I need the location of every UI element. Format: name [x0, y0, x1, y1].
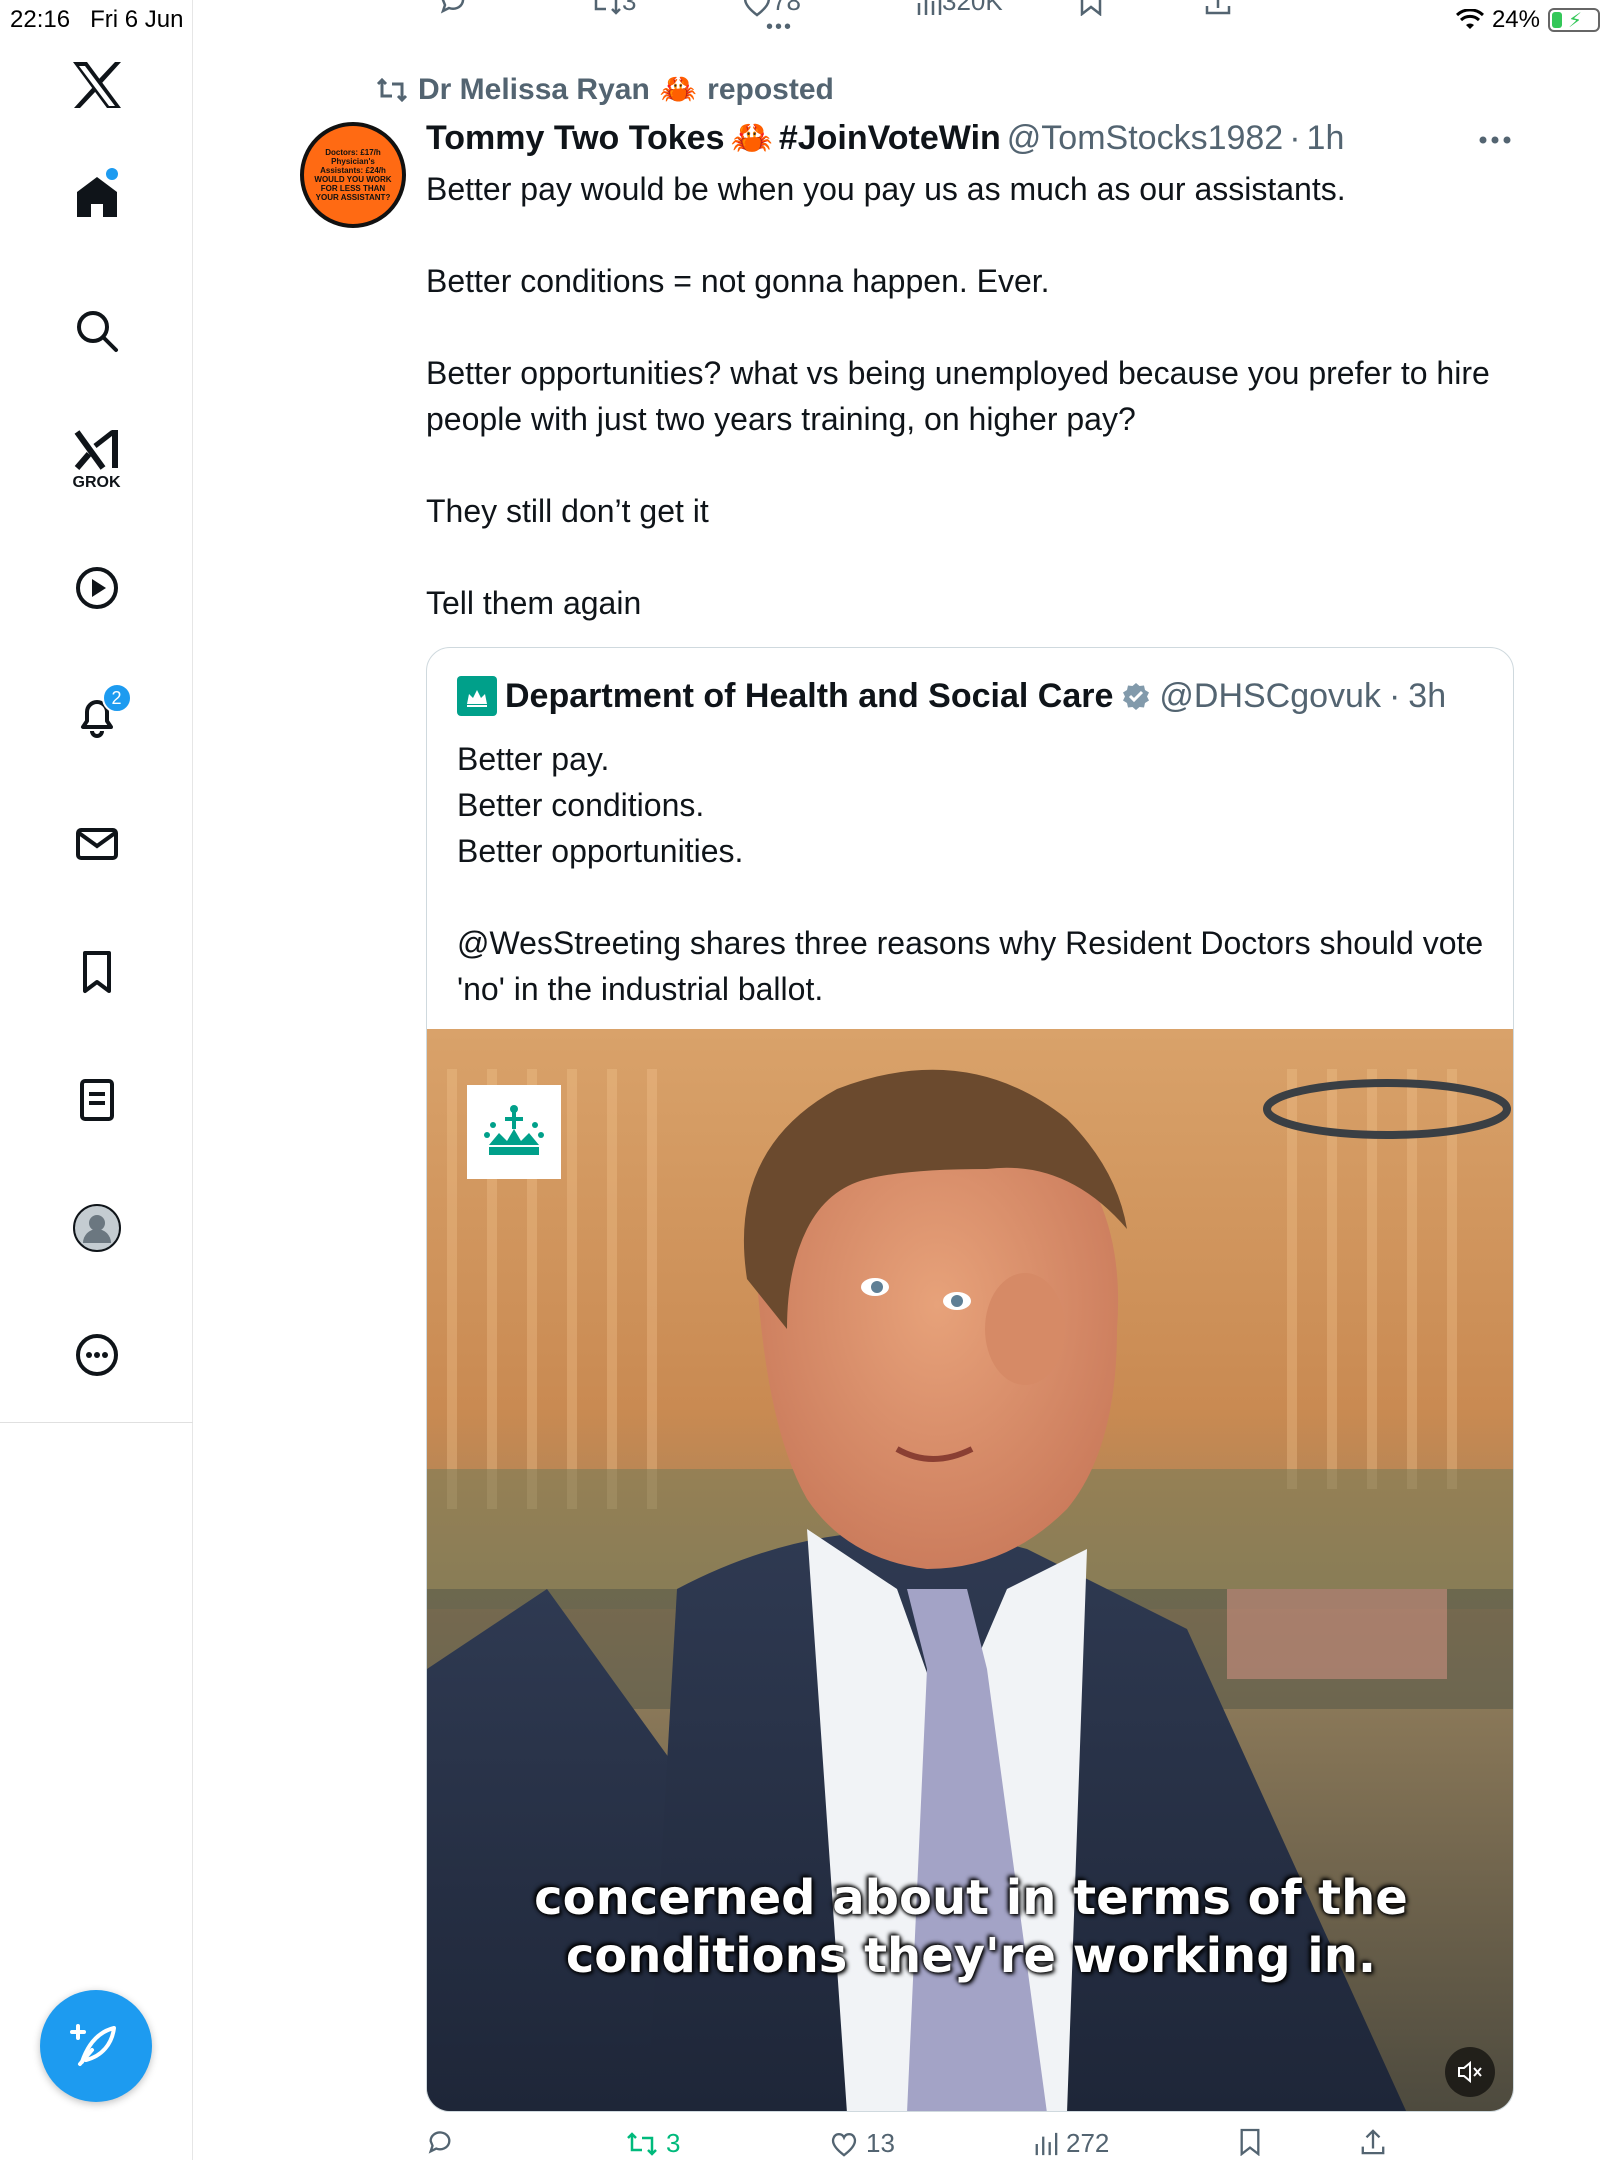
loading-dots: •••	[766, 16, 794, 38]
video-caption-line: concerned about in terms of the	[534, 1870, 1408, 1926]
reply-button[interactable]	[426, 2128, 462, 2156]
sidebar-item-lists[interactable]	[0, 1077, 193, 1123]
share-icon[interactable]	[1204, 0, 1232, 23]
quote-handle[interactable]: @DHSCgovuk	[1159, 677, 1381, 716]
sidebar-item-messages[interactable]	[0, 821, 193, 867]
quote-time[interactable]: 3h	[1408, 677, 1446, 716]
dhsc-watermark-icon	[467, 1085, 561, 1179]
tweet-paragraph: Better conditions = not gonna happen. Ev…	[426, 263, 1050, 299]
quote-text: Better pay. Better conditions. Better op…	[457, 736, 1487, 1012]
bookmark-icon	[82, 951, 111, 993]
sidebar-divider	[0, 1422, 193, 1423]
reply-icon	[428, 2131, 451, 2154]
sidebar-item-grok[interactable]: GROK	[0, 428, 193, 492]
separator: ·	[1289, 119, 1301, 157]
like-count[interactable]: 78	[742, 0, 801, 17]
share-button[interactable]	[1360, 2128, 1386, 2156]
sidebar: GROK 2	[0, 0, 193, 2160]
retweet-count[interactable]: 3	[590, 0, 636, 17]
video-player[interactable]: concerned about in terms of the conditio…	[427, 1029, 1513, 2111]
avatar-text: Doctors: £17/h Physician's Assistants: £…	[314, 148, 392, 202]
tweet-paragraph: Better pay would be when you pay us as m…	[426, 171, 1346, 207]
muted-speaker-icon	[1458, 2060, 1482, 2084]
sidebar-item-home[interactable]	[0, 168, 193, 220]
video-play-icon	[75, 567, 118, 609]
more-circle-icon	[75, 1334, 118, 1376]
verified-badge-icon	[1123, 683, 1150, 710]
sidebar-item-x-logo[interactable]	[0, 60, 193, 110]
sidebar-item-bookmarks[interactable]	[0, 949, 193, 995]
home-icon	[76, 177, 117, 217]
x-logo-icon	[72, 62, 121, 108]
tweet-paragraph: Better opportunities? what vs being unem…	[426, 355, 1490, 437]
retweet-count: 3	[666, 2128, 681, 2158]
view-count: 272	[1066, 2128, 1110, 2158]
views-icon	[1035, 2132, 1058, 2155]
quote-line: Better conditions.	[457, 787, 705, 823]
tweet-paragraph: Tell them again	[426, 585, 642, 621]
search-icon	[76, 311, 118, 352]
video-caption: concerned about in terms of the conditio…	[427, 1869, 1513, 1985]
tweet-actions: 3 13 272	[426, 2128, 1426, 2160]
quoted-tweet[interactable]: Department of Health and Social Care @DH…	[426, 647, 1514, 2112]
tweet-text: Better pay would be when you pay us as m…	[426, 166, 1516, 626]
views-button[interactable]: 272	[1034, 2128, 1109, 2159]
compose-button[interactable]	[40, 1990, 152, 2102]
compose-feather-icon	[70, 2024, 116, 2066]
lists-icon	[79, 1079, 114, 1121]
bookmark-action-icon	[1240, 2128, 1260, 2156]
dhsc-logo-icon	[457, 676, 497, 716]
avatar[interactable]: Doctors: £17/h Physician's Assistants: £…	[300, 122, 406, 228]
grok-icon	[74, 430, 118, 470]
bookmark-action-icon[interactable]	[1078, 0, 1104, 23]
share-icon	[1361, 2129, 1385, 2155]
retweet-icon	[627, 2131, 657, 2156]
mail-icon	[75, 828, 118, 860]
mute-button[interactable]	[1445, 2047, 1495, 2097]
more-horizontal-icon	[1479, 136, 1511, 144]
like-count: 13	[866, 2128, 895, 2158]
crab-emoji-icon: 🦀	[659, 73, 698, 106]
tweet-paragraph: They still don’t get it	[426, 493, 709, 529]
battery-icon: ⚡	[1548, 8, 1600, 32]
author-name[interactable]: Tommy Two Tokes	[426, 119, 724, 158]
tweet-time[interactable]: 1h	[1307, 119, 1345, 158]
reposted-by[interactable]: Dr Melissa Ryan	[418, 73, 650, 107]
quote-author-name[interactable]: Department of Health and Social Care	[505, 677, 1113, 716]
separator: ·	[1388, 676, 1401, 715]
notification-badge: 2	[101, 683, 132, 713]
quote-line: Better pay.	[457, 741, 610, 777]
sidebar-item-search[interactable]	[0, 308, 193, 354]
bookmark-button[interactable]	[1238, 2128, 1262, 2156]
reposted-label: reposted	[707, 72, 834, 106]
video-caption-line: conditions they're working in.	[565, 1928, 1377, 1984]
sidebar-item-video[interactable]	[0, 565, 193, 611]
quote-paragraph: @WesStreeting shares three reasons why R…	[457, 925, 1484, 1007]
heart-icon	[831, 2132, 857, 2157]
repost-icon	[376, 77, 408, 102]
author-handle[interactable]: @TomStocks1982	[1007, 119, 1283, 158]
previous-tweet-actions: 3 78 ••• 320K	[420, 0, 1520, 38]
quote-line: Better opportunities.	[457, 833, 744, 869]
tweet-header: Tommy Two Tokes 🦀 #JoinVoteWin @TomStock…	[426, 118, 1344, 158]
quote-header: Department of Health and Social Care @DH…	[457, 676, 1446, 716]
more-options-button[interactable]	[1478, 132, 1512, 150]
repost-indicator: Dr Melissa Ryan 🦀 reposted	[376, 72, 834, 107]
like-button[interactable]: 13	[830, 2128, 895, 2159]
reply-icon[interactable]	[438, 0, 468, 23]
view-count[interactable]: 320K	[916, 0, 1003, 17]
sidebar-item-profile[interactable]	[0, 1203, 193, 1253]
author-hashtag[interactable]: #JoinVoteWin	[779, 119, 1001, 158]
profile-icon	[72, 1204, 121, 1252]
retweet-button[interactable]: 3	[626, 2128, 680, 2159]
sidebar-item-notifications[interactable]: 2	[0, 683, 193, 739]
notification-dot	[105, 168, 118, 180]
sidebar-item-more[interactable]	[0, 1332, 193, 1378]
crab-emoji-icon: 🦀	[730, 119, 773, 157]
grok-label: GROK	[72, 474, 121, 491]
